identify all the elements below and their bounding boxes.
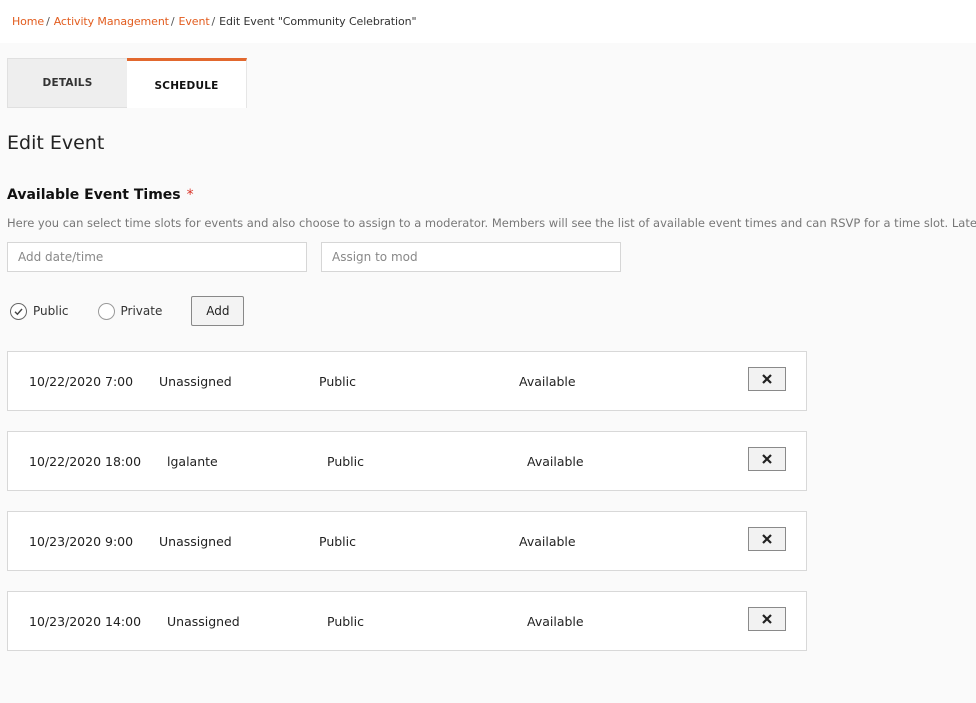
slot-datetime: 10/23/2020 9:00 [29, 534, 134, 549]
slot-datetime: 10/23/2020 14:00 [29, 614, 142, 629]
required-indicator: * [186, 187, 194, 203]
date-time-input[interactable] [7, 242, 307, 272]
close-icon [762, 534, 772, 544]
remove-slot-button[interactable] [748, 447, 786, 471]
private-radio-label: Private [120, 304, 163, 318]
breadcrumb-separator: / [46, 15, 50, 28]
slot-status: Available [519, 534, 576, 549]
breadcrumb-event-link[interactable]: Event [179, 15, 210, 28]
breadcrumb-current: Edit Event "Community Celebration" [219, 15, 417, 28]
slot-moderator: Unassigned [167, 614, 240, 629]
slot-visibility: Public [319, 374, 356, 389]
slot-datetime: 10/22/2020 7:00 [29, 374, 134, 389]
help-text: Here you can select time slots for event… [7, 216, 976, 230]
time-slot-row: 10/23/2020 14:00 Unassigned Public Avail… [7, 591, 807, 651]
breadcrumb-separator: / [170, 15, 175, 28]
slot-status: Available [527, 614, 584, 629]
slot-moderator: Unassigned [159, 374, 232, 389]
slot-datetime: 10/22/2020 18:00 [29, 454, 142, 469]
breadcrumb-activity-management-link[interactable]: Activity Management [54, 15, 169, 28]
slot-status: Available [527, 454, 584, 469]
tab-bar: DETAILS SCHEDULE [7, 58, 247, 108]
close-icon [762, 454, 772, 464]
public-radio-label: Public [33, 304, 69, 318]
slot-status: Available [519, 374, 576, 389]
close-icon [762, 614, 772, 624]
section-label-text: Available Event Times [7, 187, 181, 203]
add-button[interactable]: Add [191, 296, 245, 326]
public-radio[interactable]: Public [10, 302, 69, 320]
close-icon [762, 374, 772, 384]
slot-visibility: Public [327, 454, 364, 469]
page-title: Edit Event [7, 132, 105, 154]
visibility-options: Public Private Add [10, 296, 245, 326]
breadcrumb-home-link[interactable]: Home [12, 15, 44, 28]
breadcrumb-separator: / [211, 15, 216, 28]
tab-details[interactable]: DETAILS [7, 58, 127, 108]
time-slot-row: 10/22/2020 18:00 lgalante Public Availab… [7, 431, 807, 491]
slot-moderator: lgalante [167, 454, 218, 469]
check-icon [10, 302, 27, 320]
section-label: Available Event Times * [7, 187, 194, 203]
slot-visibility: Public [319, 534, 356, 549]
slot-visibility: Public [327, 614, 364, 629]
private-radio[interactable]: Private [97, 302, 163, 320]
time-slot-row: 10/23/2020 9:00 Unassigned Public Availa… [7, 511, 807, 571]
time-slot-row: 10/22/2020 7:00 Unassigned Public Availa… [7, 351, 807, 411]
remove-slot-button[interactable] [748, 607, 786, 631]
remove-slot-button[interactable] [748, 367, 786, 391]
remove-slot-button[interactable] [748, 527, 786, 551]
tab-schedule[interactable]: SCHEDULE [127, 58, 247, 108]
breadcrumb: Home / Activity Management / Event / Edit Even… [0, 0, 976, 43]
slot-moderator: Unassigned [159, 534, 232, 549]
radio-unchecked-icon [97, 302, 115, 320]
assign-mod-input[interactable] [321, 242, 621, 272]
